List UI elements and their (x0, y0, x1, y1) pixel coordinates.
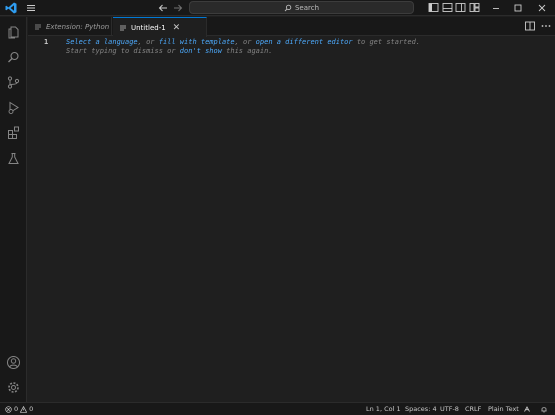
eol-setting[interactable]: CRLF (465, 405, 481, 413)
vscode-logo-icon[interactable] (4, 1, 18, 15)
activity-source-control[interactable] (4, 73, 23, 92)
split-editor-icon[interactable] (524, 20, 536, 32)
hint-tail: to get started. (352, 38, 421, 46)
editor-hint-line-1: Select a language, or fill with template… (66, 38, 420, 46)
testing-icon (8, 153, 19, 164)
files-icon (8, 26, 19, 39)
activity-search[interactable] (4, 48, 23, 67)
activity-manage[interactable] (4, 378, 23, 397)
run-debug-icon (8, 101, 19, 114)
warning-icon (20, 405, 28, 413)
toggle-secondary-sidebar-icon[interactable] (455, 2, 466, 13)
toggle-primary-sidebar-icon[interactable] (428, 2, 439, 13)
fill-with-template-link[interactable]: fill with template (159, 38, 235, 46)
activity-extensions[interactable] (4, 123, 23, 142)
plain-text-file-icon (120, 25, 126, 30)
search-label: Search (294, 3, 320, 12)
hint-separator: , or (234, 38, 256, 46)
activity-bar (0, 17, 27, 402)
open-different-editor-link[interactable]: open a different editor (256, 38, 353, 46)
select-language-link[interactable]: Select a language (66, 38, 138, 46)
tab-extension-python[interactable]: Extension: Python (28, 17, 112, 36)
hint-separator: , or (137, 38, 159, 46)
minimize-icon[interactable] (489, 1, 503, 15)
search-icon (8, 51, 19, 63)
hint-tail: this again. (221, 47, 273, 55)
tab-untitled-1[interactable]: Untitled-1 ✕ (113, 17, 207, 37)
title-bar: Search (0, 0, 555, 16)
error-icon (5, 405, 12, 413)
notifications-bell-icon[interactable] (540, 405, 548, 413)
source-control-icon (7, 76, 20, 89)
activity-testing[interactable] (4, 149, 23, 168)
toggle-panel-icon[interactable] (442, 2, 453, 13)
activity-accounts[interactable] (4, 353, 23, 372)
manage-gear-icon (8, 382, 19, 393)
hint-text: Start typing to dismiss or (66, 47, 180, 55)
extension-icon (35, 24, 41, 29)
status-bar: 0 0 Ln 1, Col 1 Spaces: 4 UTF-8 CRLF Pla… (0, 402, 555, 415)
forward-arrow-icon[interactable] (172, 1, 184, 15)
maximize-icon[interactable] (511, 1, 525, 15)
editor-area[interactable]: 1 Select a language, or fill with templa… (28, 37, 555, 402)
extensions-icon (8, 126, 19, 139)
close-tab-icon[interactable]: ✕ (173, 23, 181, 33)
command-center-search[interactable]: Search (189, 1, 414, 14)
copilot-icon[interactable] (523, 405, 531, 413)
activity-explorer[interactable] (4, 22, 23, 41)
language-mode[interactable]: Plain Text (488, 405, 519, 413)
back-arrow-icon[interactable] (157, 1, 169, 15)
cursor-position[interactable]: Ln 1, Col 1 (366, 405, 401, 413)
line-number: 1 (44, 38, 49, 46)
menu-icon[interactable] (24, 1, 38, 15)
encoding-setting[interactable]: UTF-8 (440, 405, 459, 413)
editor-hint-line-2: Start typing to dismiss or don't show th… (66, 47, 273, 55)
dont-show-link[interactable]: don't show (180, 47, 222, 55)
more-actions-icon[interactable] (540, 20, 552, 32)
editor-tab-bar: Extension: Python Untitled-1 ✕ (28, 17, 555, 37)
activity-run-debug[interactable] (4, 98, 23, 117)
indentation-setting[interactable]: Spaces: 4 (405, 405, 437, 413)
problems-indicator[interactable]: 0 0 (5, 405, 33, 413)
warning-count: 0 (29, 405, 34, 413)
accounts-icon (7, 356, 20, 369)
tab-label: Extension: Python (46, 22, 110, 31)
tab-label: Untitled-1 (131, 23, 166, 32)
error-count: 0 (14, 405, 19, 413)
close-window-icon[interactable] (535, 1, 549, 15)
search-icon (284, 4, 292, 11)
customize-layout-icon[interactable] (469, 2, 480, 13)
